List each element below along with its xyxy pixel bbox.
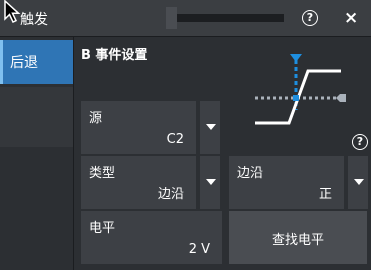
edge-trigger-diagram [255,54,346,125]
source-label: 源 [89,111,103,126]
edge-label: 边沿 [237,166,264,181]
type-value: 边沿 [157,187,184,202]
source-value: C2 [166,132,184,147]
help-icon[interactable]: ? [302,10,318,26]
back-button-label: 后退 [10,55,38,71]
transparency-slider-thumb[interactable] [166,7,177,29]
type-dropdown-button[interactable] [198,156,220,209]
source-dropdown-button[interactable] [198,101,220,154]
chevron-down-icon [206,124,216,130]
help-icon[interactable]: ? [352,134,368,150]
type-label: 类型 [89,166,116,181]
edge-value: 正 [318,187,332,202]
back-button[interactable]: 后退 [0,40,73,84]
sidebar-empty-slot [0,87,73,147]
chevron-down-icon [206,179,216,185]
mouse-pointer-icon [4,0,21,23]
type-field[interactable]: 类型 边沿 [81,156,196,209]
transparency-slider-track[interactable] [166,14,284,22]
window-title: 触发 [20,12,48,28]
find-level-button[interactable]: 查找电平 [229,211,367,264]
level-field[interactable]: 电平 2 V [81,211,222,264]
edge-dropdown-button[interactable] [346,156,368,209]
find-level-button-label: 查找电平 [271,233,324,248]
close-icon[interactable]: × [344,8,358,28]
edge-field[interactable]: 边沿 正 [229,156,344,209]
sidebar: 后退 [0,37,74,270]
chevron-down-icon [354,179,364,185]
source-field[interactable]: 源 C2 [81,101,196,154]
level-label: 电平 [89,221,116,236]
level-value: 2 V [188,242,210,257]
section-title: B 事件设置 [81,48,148,63]
title-bar: 触发 ? × [0,0,371,37]
